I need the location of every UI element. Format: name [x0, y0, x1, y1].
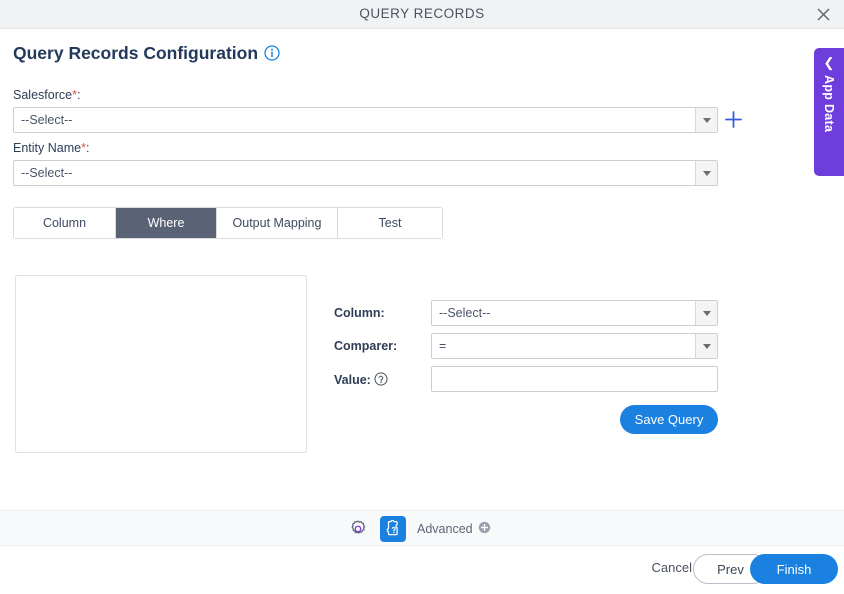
column-label: Column:: [334, 306, 385, 320]
chevron-down-icon: [695, 161, 717, 185]
chevron-down-icon: [695, 334, 717, 358]
puzzle-question-icon[interactable]: [380, 516, 406, 542]
tab-bar: Column Where Output Mapping Test: [13, 207, 443, 239]
app-data-label: App Data: [822, 75, 836, 133]
tab-where[interactable]: Where: [116, 208, 217, 238]
plus-icon[interactable]: [724, 110, 743, 134]
column-select[interactable]: --Select--: [431, 300, 718, 326]
entity-name-select-value: --Select--: [21, 166, 73, 180]
save-query-button[interactable]: Save Query: [620, 405, 718, 434]
close-icon[interactable]: [810, 3, 836, 26]
chevron-down-icon: [695, 301, 717, 325]
comparer-select-value: =: [439, 339, 447, 353]
entity-name-label: Entity Name*:: [13, 141, 89, 155]
salesforce-label-colon: :: [76, 88, 81, 102]
plus-circle-icon[interactable]: [478, 521, 491, 537]
value-label: Value:: [334, 372, 388, 389]
salesforce-label: Salesforce*:: [13, 88, 80, 102]
advanced-label: Advanced: [417, 522, 473, 536]
dialog-titlebar: QUERY RECORDS: [0, 0, 844, 29]
finish-button[interactable]: Finish: [750, 554, 838, 584]
page-title: Query Records Configuration: [13, 43, 280, 66]
chevron-down-icon: [695, 108, 717, 132]
chevron-left-icon: ❮: [823, 55, 835, 70]
cancel-button[interactable]: Cancel: [652, 560, 692, 575]
salesforce-select[interactable]: --Select--: [13, 107, 718, 133]
info-icon[interactable]: [264, 45, 280, 66]
comparer-select[interactable]: =: [431, 333, 718, 359]
tab-column[interactable]: Column: [14, 208, 116, 238]
page-title-text: Query Records Configuration: [13, 43, 259, 63]
entity-name-label-colon: :: [85, 141, 90, 155]
salesforce-select-value: --Select--: [21, 113, 73, 127]
help-icon[interactable]: [374, 372, 388, 389]
column-select-value: --Select--: [439, 306, 491, 320]
entity-name-label-text: Entity Name: [13, 141, 82, 155]
footer-toolbar: Advanced: [0, 510, 844, 546]
dialog-title: QUERY RECORDS: [359, 6, 485, 21]
query-records-dialog: QUERY RECORDS Query Records Configuratio…: [0, 0, 844, 594]
comparer-label: Comparer:: [334, 339, 398, 353]
value-label-text: Value:: [334, 373, 371, 387]
tab-output-mapping[interactable]: Output Mapping: [217, 208, 338, 238]
advanced-button[interactable]: Advanced: [417, 521, 491, 537]
gear-icon[interactable]: [345, 516, 371, 542]
salesforce-label-text: Salesforce: [13, 88, 73, 102]
tab-test[interactable]: Test: [338, 208, 442, 238]
value-input[interactable]: [431, 366, 718, 392]
app-data-panel-tab[interactable]: ❮ App Data: [814, 48, 844, 176]
entity-name-select[interactable]: --Select--: [13, 160, 718, 186]
criteria-list[interactable]: [15, 275, 307, 453]
